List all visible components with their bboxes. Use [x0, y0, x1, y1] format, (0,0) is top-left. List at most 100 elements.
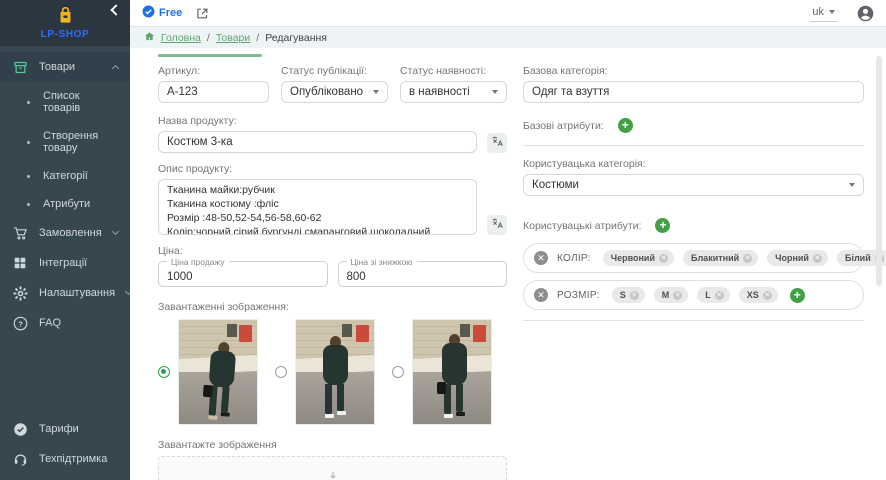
bullet-icon: [27, 203, 30, 206]
sidebar: LP-SHOP Товари Список товарів Створення …: [0, 0, 130, 480]
sidebar-item-support[interactable]: Техпідтримка: [0, 444, 130, 474]
sidebar-item-settings[interactable]: Налаштування: [0, 278, 130, 308]
remove-chip-icon[interactable]: ✕: [763, 291, 772, 300]
publish-status-select[interactable]: Опубліковано: [281, 81, 388, 103]
sale-price-label: Ціна продажу: [167, 257, 229, 267]
model-figure: [203, 341, 238, 421]
add-base-attribute-icon[interactable]: +: [618, 118, 633, 133]
sidebar-subitem-label: Створення товару: [43, 130, 118, 154]
product-photo-2[interactable]: [295, 319, 375, 425]
attribute-chip: Червоний✕: [603, 250, 674, 266]
topbar: Free uk: [130, 0, 886, 27]
model-figure: [320, 336, 350, 418]
check-badge-icon: [12, 421, 28, 437]
sidebar-subitem-label: Категорії: [43, 170, 88, 182]
sidebar-item-label: Тарифи: [39, 423, 79, 435]
attribute-chip: S✕: [612, 287, 645, 303]
custom-category-value: Костюми: [532, 179, 579, 191]
translate-description-button[interactable]: [487, 215, 507, 235]
sidebar-item-products[interactable]: Товари: [0, 52, 130, 82]
active-tab-indicator: [158, 54, 262, 57]
sidebar-item-integrations[interactable]: Інтеграції: [0, 248, 130, 278]
vertical-scrollbar[interactable]: [876, 56, 882, 286]
sidebar-item-create-product[interactable]: Створення товару: [0, 122, 130, 162]
sidebar-item-label: Товари: [39, 61, 75, 73]
sku-input[interactable]: [158, 81, 269, 103]
sidebar-item-attributes[interactable]: Атрибути: [0, 190, 130, 218]
sidebar-item-categories[interactable]: Категорії: [0, 162, 130, 190]
verified-icon: [142, 5, 155, 21]
upload-label: Завантажте зображення: [158, 439, 507, 451]
translate-icon: [491, 135, 504, 151]
model-figure: [439, 334, 469, 418]
remove-chip-icon[interactable]: ✕: [743, 254, 752, 263]
custom-category-select[interactable]: Костюми: [523, 174, 864, 196]
image-dropzone[interactable]: [158, 456, 507, 480]
attribute-name: РОЗМІР:: [557, 290, 600, 301]
caret-down-icon: [373, 90, 379, 94]
custom-attributes-label: Користувацькі атрибути:: [523, 220, 641, 232]
main-image-radio-3[interactable]: [392, 366, 404, 378]
sale-price-field: Ціна продажу: [158, 261, 328, 287]
help-icon: ?: [12, 315, 28, 331]
cart-icon: [12, 225, 28, 241]
sidebar-item-product-list[interactable]: Список товарів: [0, 82, 130, 122]
remove-chip-icon[interactable]: ✕: [659, 254, 668, 263]
product-photo-3[interactable]: [412, 319, 492, 425]
sidebar-header: LP-SHOP: [0, 0, 130, 46]
sidebar-subitem-label: Список товарів: [43, 90, 118, 114]
main-image-radio-1[interactable]: [158, 366, 170, 378]
image-option-3: [392, 319, 492, 425]
sidebar-item-faq[interactable]: ? FAQ: [0, 308, 130, 338]
sidebar-collapse-icon[interactable]: [110, 5, 120, 15]
breadcrumb-products-link[interactable]: Товари: [216, 32, 250, 44]
remove-chip-icon[interactable]: ✕: [813, 254, 822, 263]
breadcrumb-current: Редагування: [265, 32, 327, 44]
sidebar-item-tariffs[interactable]: Тарифи: [0, 414, 130, 444]
product-name-label: Назва продукту:: [158, 115, 507, 127]
main-image-radio-2[interactable]: [275, 366, 287, 378]
bullet-icon: [27, 141, 30, 144]
home-icon[interactable]: [144, 31, 155, 45]
plan-badge[interactable]: Free: [142, 5, 182, 21]
base-category-input[interactable]: [523, 81, 864, 103]
breadcrumb-home-link[interactable]: Головна: [161, 32, 201, 44]
description-label: Опис продукту:: [158, 163, 507, 175]
translate-name-button[interactable]: [487, 133, 507, 153]
add-custom-attribute-icon[interactable]: +: [655, 218, 670, 233]
remove-attribute-icon[interactable]: ✕: [534, 251, 548, 265]
product-photo-1[interactable]: [178, 319, 258, 425]
remove-chip-icon[interactable]: ✕: [630, 291, 639, 300]
remove-chip-icon[interactable]: ✕: [673, 291, 682, 300]
products-box-icon: [12, 59, 28, 75]
stock-status-select[interactable]: в наявності: [400, 81, 507, 103]
external-link-icon[interactable]: [196, 7, 209, 20]
plan-badge-label: Free: [159, 7, 182, 19]
stock-status-label: Статус наявності:: [400, 65, 507, 77]
bullet-icon: [27, 101, 30, 104]
photo-detail: [227, 324, 237, 337]
description-textarea[interactable]: Тканина майки:рубчик Тканина костюму :фл…: [158, 179, 477, 235]
sidebar-item-orders[interactable]: Замовлення: [0, 218, 130, 248]
remove-chip-icon[interactable]: ✕: [715, 291, 724, 300]
language-select[interactable]: uk: [810, 4, 837, 22]
uploaded-images-label: Завантаженні зображення:: [158, 301, 507, 313]
sidebar-spacer: [0, 338, 130, 414]
image-option-1: [158, 319, 258, 425]
price-label: Ціна:: [158, 245, 507, 257]
sidebar-subitem-label: Атрибути: [43, 198, 90, 210]
sidebar-item-label: Налаштування: [39, 287, 115, 299]
add-attribute-value-icon[interactable]: +: [790, 288, 805, 303]
avatar[interactable]: [857, 5, 874, 22]
svg-text:?: ?: [18, 319, 23, 328]
product-name-input[interactable]: [158, 131, 477, 153]
category-column: Базова категорія: Базові атрибути: + Кор…: [523, 65, 864, 480]
remove-attribute-icon[interactable]: ✕: [534, 288, 548, 302]
app-window: LP-SHOP Товари Список товарів Створення …: [0, 0, 886, 480]
attribute-chip: M✕: [654, 287, 689, 303]
caret-down-icon: [829, 10, 835, 14]
sidebar-item-label: FAQ: [39, 317, 61, 329]
discount-price-label: Ціна зі знижкою: [347, 257, 417, 267]
stock-status-value: в наявності: [409, 86, 470, 98]
sidebar-footer: Тарифи Техпідтримка: [0, 414, 130, 480]
